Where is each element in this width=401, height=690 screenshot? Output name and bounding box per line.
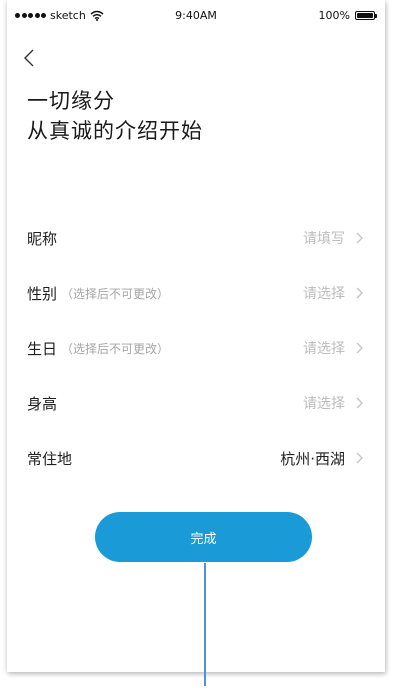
chevron-right-icon bbox=[356, 287, 363, 299]
back-button[interactable] bbox=[19, 46, 43, 70]
height-row[interactable]: 身高 请选择 bbox=[27, 388, 365, 418]
nickname-label: 昵称 bbox=[27, 229, 58, 248]
canvas: sketch 9:40AM 100% 一切缘分 从真诚的介绍开始 昵称 请填写 … bbox=[0, 0, 401, 690]
gender-hint: （选择后不可更改） bbox=[61, 286, 170, 301]
residence-row[interactable]: 常住地 杭州·西湖 bbox=[27, 443, 365, 473]
battery-icon bbox=[355, 11, 377, 20]
chevron-left-icon bbox=[24, 49, 34, 67]
birthday-label: 生日 bbox=[27, 339, 58, 358]
height-value: 请选择 bbox=[303, 396, 345, 412]
battery-percentage: 100% bbox=[318, 9, 350, 22]
status-right: 100% bbox=[318, 9, 377, 22]
annotation-pointer-line bbox=[204, 563, 206, 686]
status-bar: sketch 9:40AM 100% bbox=[7, 0, 385, 32]
chevron-right-icon bbox=[356, 342, 363, 354]
chevron-right-icon bbox=[356, 452, 363, 464]
page-title: 一切缘分 从真诚的介绍开始 bbox=[27, 86, 203, 146]
residence-label: 常住地 bbox=[27, 449, 73, 468]
done-button[interactable]: 完成 bbox=[95, 512, 312, 562]
birthday-value: 请选择 bbox=[303, 341, 345, 357]
chevron-right-icon bbox=[356, 232, 363, 244]
phone-screen: sketch 9:40AM 100% 一切缘分 从真诚的介绍开始 昵称 请填写 … bbox=[7, 0, 385, 672]
birthday-hint: （选择后不可更改） bbox=[61, 341, 170, 356]
gender-row[interactable]: 性别 （选择后不可更改） 请选择 bbox=[27, 278, 365, 308]
nickname-value: 请填写 bbox=[303, 231, 345, 247]
gender-value: 请选择 bbox=[303, 286, 345, 302]
title-line-1: 一切缘分 bbox=[27, 89, 115, 113]
nickname-row[interactable]: 昵称 请填写 bbox=[27, 223, 365, 253]
residence-value: 杭州·西湖 bbox=[280, 449, 345, 468]
gender-label: 性别 bbox=[27, 284, 58, 303]
chevron-right-icon bbox=[356, 397, 363, 409]
title-line-2: 从真诚的介绍开始 bbox=[27, 119, 203, 143]
birthday-row[interactable]: 生日 （选择后不可更改） 请选择 bbox=[27, 333, 365, 363]
height-label: 身高 bbox=[27, 394, 58, 413]
